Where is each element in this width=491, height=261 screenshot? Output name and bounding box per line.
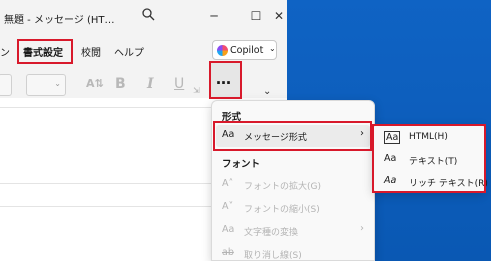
ribbon-toolbar: ⌄ A⇅ B I U ⇲: [0, 68, 287, 98]
underline-button[interactable]: U: [174, 76, 184, 92]
chevron-down-icon: ⌄: [54, 79, 61, 88]
search-icon[interactable]: [139, 7, 157, 25]
copilot-button[interactable]: Copilot ⌄: [212, 40, 277, 60]
strikethrough-icon: ab: [222, 247, 234, 258]
copilot-logo-icon: [217, 45, 228, 56]
dialog-launcher-icon[interactable]: ⇲: [193, 86, 200, 95]
window-title: 無題 - メッセージ (HT…: [4, 15, 115, 26]
font-size-change-icon[interactable]: A⇅: [86, 77, 104, 90]
tab-help[interactable]: ヘルプ: [114, 44, 144, 59]
highlight-format-submenu: [372, 124, 486, 193]
font-name-dropdown[interactable]: [0, 74, 12, 96]
font-shrink-icon: A˅: [222, 201, 234, 212]
chevron-right-icon: ›: [360, 223, 364, 234]
font-size-dropdown[interactable]: ⌄: [26, 74, 66, 96]
ribbon-collapse-chevron-icon[interactable]: ⌄: [263, 86, 271, 97]
menu-item-label: 文字種の変換: [244, 228, 299, 238]
menu-item-strikethrough: ab 取り消し線(S): [216, 243, 370, 261]
highlight-more-button: [209, 61, 242, 99]
tab-cutoff[interactable]: ン: [0, 44, 10, 59]
font-enlarge-icon: A˄: [222, 178, 234, 189]
section-font-header: フォント: [222, 159, 261, 170]
menu-item-enlarge-font: A˄ フォントの拡大(G): [216, 174, 370, 196]
highlight-format-text-tab: [17, 39, 73, 64]
menu-item-change-case: Aa 文字種の変換 ›: [216, 220, 370, 242]
copilot-label: Copilot: [230, 45, 264, 56]
italic-button[interactable]: I: [147, 76, 154, 92]
close-icon[interactable]: ✕: [272, 7, 286, 25]
minimize-icon[interactable]: ─: [205, 7, 223, 25]
bold-button[interactable]: B: [115, 76, 126, 92]
menu-item-label: フォントの縮小(S): [244, 205, 320, 215]
tab-review[interactable]: 校閲: [81, 44, 101, 59]
chevron-down-icon: ⌄: [269, 44, 276, 53]
change-case-icon: Aa: [222, 224, 235, 235]
title-bar: 無題 - メッセージ (HT… ─ ☐ ✕: [0, 0, 287, 32]
menu-item-shrink-font: A˅ フォントの縮小(S): [216, 197, 370, 219]
menu-item-label: フォントの拡大(G): [244, 182, 321, 192]
menu-item-label: 取り消し線(S): [244, 251, 302, 261]
maximize-icon[interactable]: ☐: [247, 7, 265, 25]
highlight-message-format: [213, 121, 372, 151]
